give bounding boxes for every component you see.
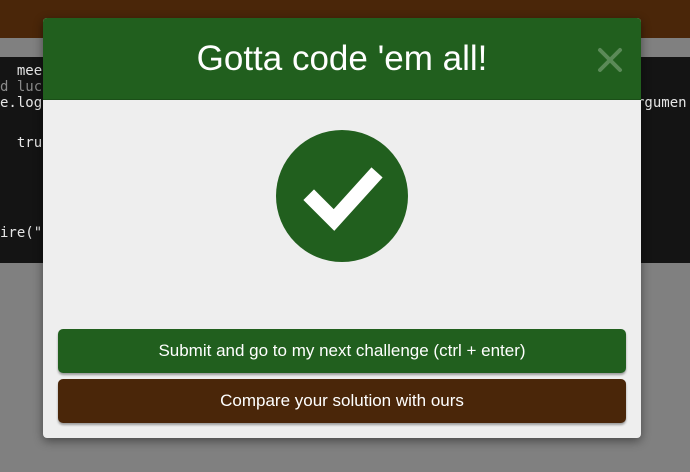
code-line: d luc — [0, 79, 43, 95]
code-line: e.log — [0, 95, 43, 111]
success-modal: Gotta code 'em all! Submit and go to my … — [43, 18, 641, 438]
submit-next-challenge-button[interactable]: Submit and go to my next challenge (ctrl… — [58, 329, 626, 373]
modal-header: Gotta code 'em all! — [43, 18, 641, 100]
close-button[interactable] — [594, 44, 626, 76]
checkmark-circle-icon — [276, 130, 408, 262]
compare-solution-button[interactable]: Compare your solution with ours — [58, 379, 626, 423]
code-line: rgumen — [636, 95, 687, 111]
modal-title: Gotta code 'em all! — [196, 39, 488, 78]
close-x-icon — [598, 48, 622, 72]
code-line: ire(" — [0, 225, 43, 241]
